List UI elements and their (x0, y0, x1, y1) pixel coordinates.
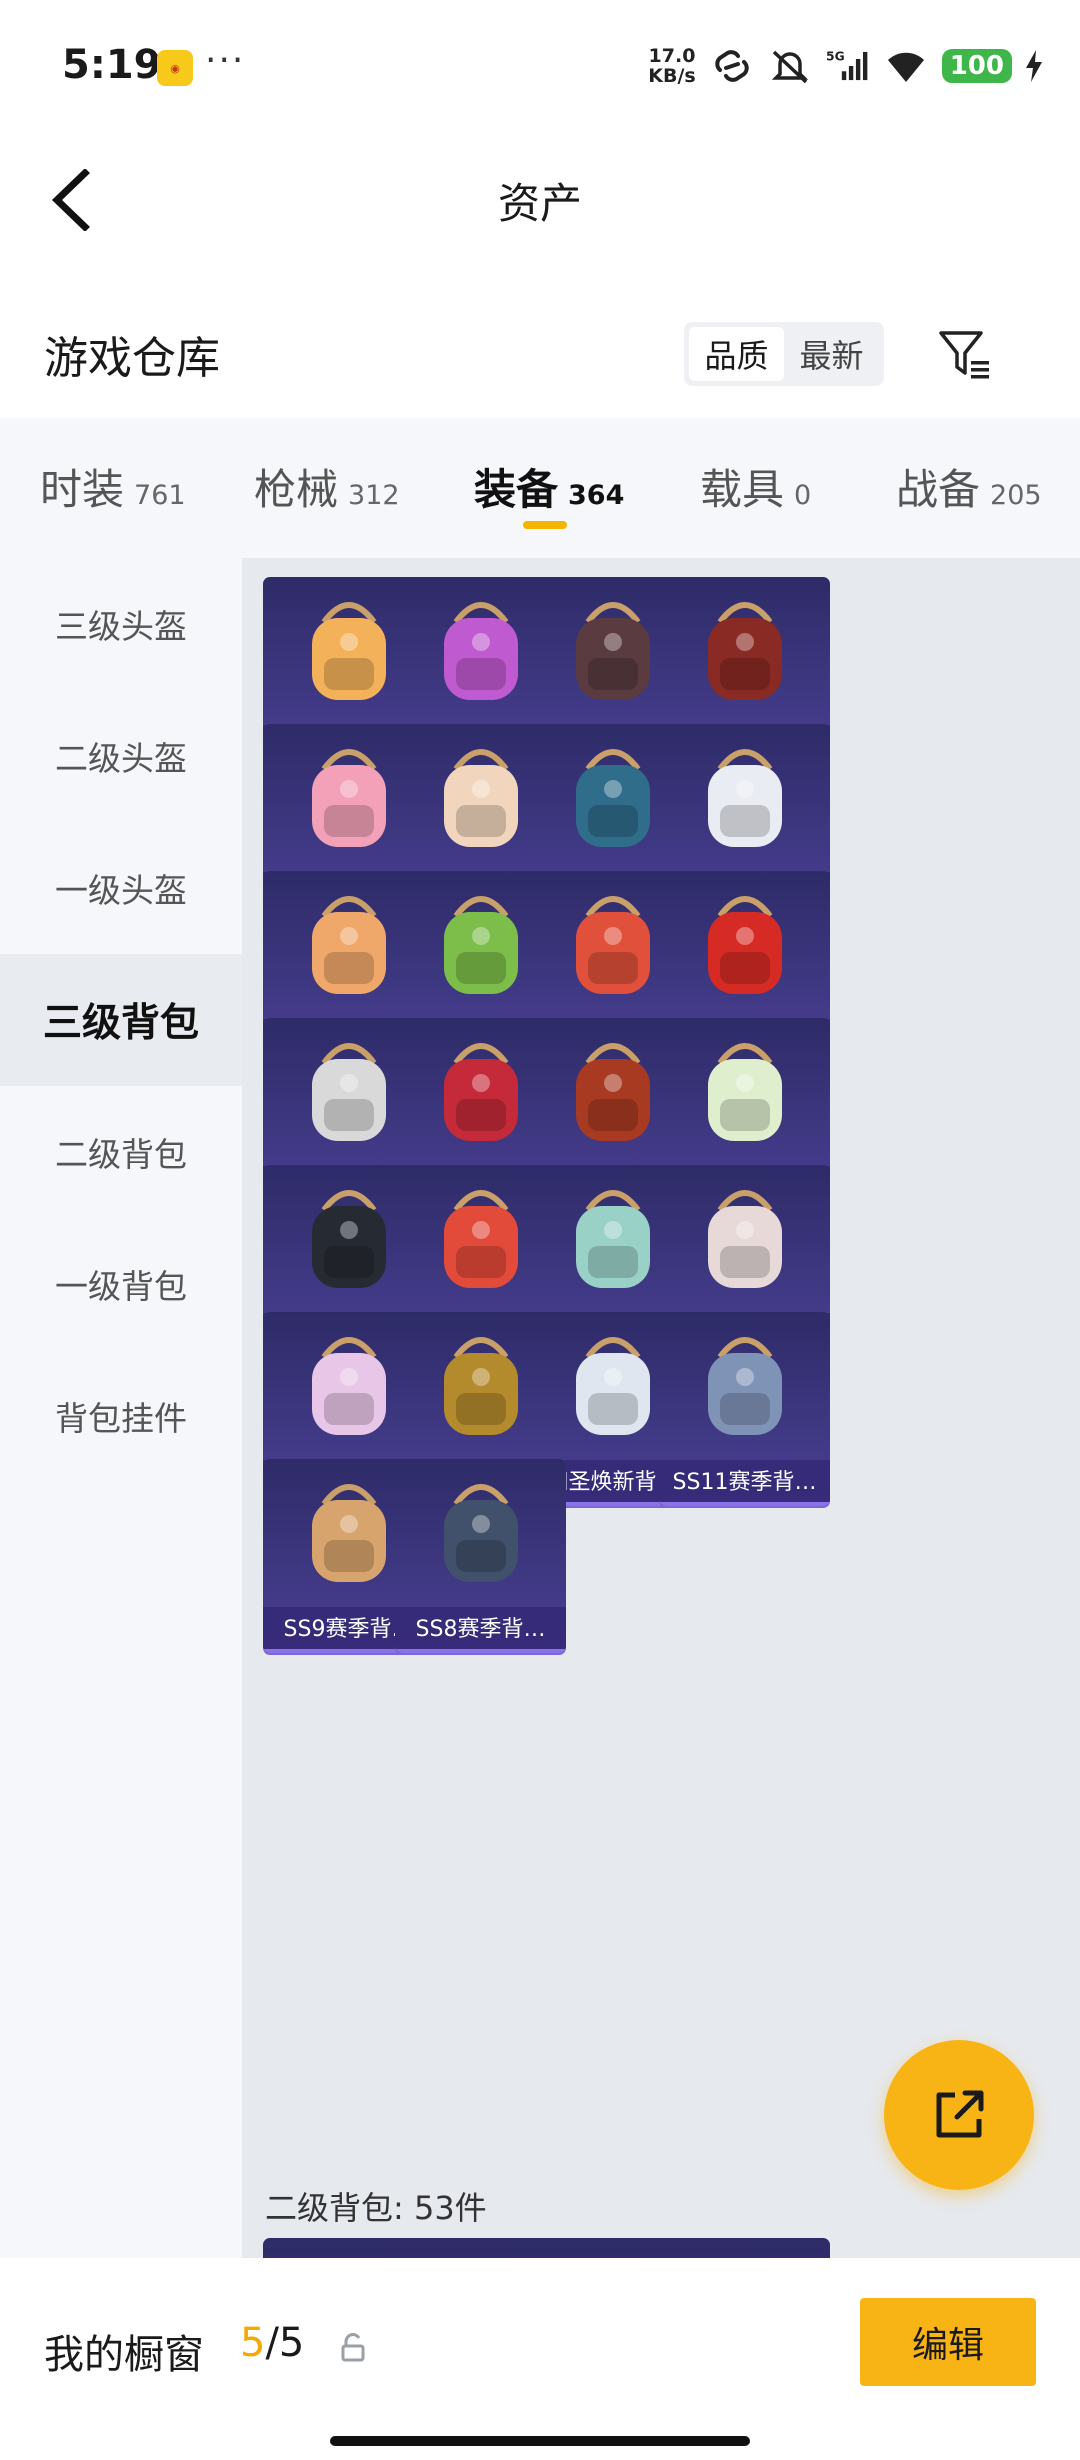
filter-icon (939, 331, 989, 379)
backpack-icon (659, 577, 830, 727)
side-item-backpack-lv1[interactable]: 一级背包 (0, 1218, 242, 1350)
tab-label: 装备 (474, 465, 559, 514)
sort-quality-button[interactable]: 品质 (689, 327, 784, 381)
backpack-icon (659, 724, 830, 874)
backpack-icon (659, 1312, 830, 1462)
wifi-icon (887, 52, 924, 82)
notification-app-icon: ◉ (157, 50, 193, 86)
tab-equipment[interactable]: 装备 364 (474, 456, 624, 517)
backpack-icon (659, 1165, 830, 1315)
item-grid: 垂柳戏鸭背…梦幻火箭背…甜心亚梦背…炙焰牛王背…萌熊伴侣背…筑梦精灵背…炫蓝之夏… (242, 558, 1080, 2258)
showcase-total: /5 (265, 2320, 305, 2366)
section-label: 二级背包: 53件 (265, 2189, 487, 2227)
tab-count: 312 (348, 480, 400, 511)
share-button[interactable] (884, 2040, 1034, 2190)
showcase-bar: 我的橱窗 5/5 编辑 (0, 2262, 1080, 2460)
sort-newest-button[interactable]: 最新 (784, 327, 879, 381)
subcategory-menu: 三级头盔 二级头盔 一级头盔 三级背包 二级背包 一级背包 背包挂件 (0, 558, 242, 2258)
mute-icon (771, 50, 808, 84)
net-speed: 17.0 KB/s (648, 46, 695, 86)
showcase-current: 5 (240, 2320, 266, 2366)
link-icon (715, 50, 749, 82)
tab-count: 205 (990, 480, 1042, 511)
side-item-backpack-lv2[interactable]: 二级背包 (0, 1086, 242, 1218)
status-bar: 5:19 ◉ ··· 17.0 KB/s 5G 100 (0, 0, 1080, 130)
tab-battle-gear[interactable]: 战备 205 (896, 456, 1042, 517)
net-speed-value: 17.0 (648, 45, 696, 67)
tab-count: 364 (568, 480, 625, 511)
side-item-backpack-lv3[interactable]: 三级背包 (0, 954, 242, 1086)
backpack-icon (659, 871, 830, 1021)
warehouse-title: 游戏仓库 (44, 333, 220, 384)
title-bar: 资产 (0, 140, 1080, 260)
side-item-backpack-charm[interactable]: 背包挂件 (0, 1350, 242, 1482)
battery-indicator: 100 (941, 49, 1012, 83)
tab-fashion[interactable]: 时装 761 (40, 456, 186, 517)
tab-label: 载具 (700, 465, 785, 514)
status-time: 5:19 (62, 42, 162, 88)
share-icon (936, 2090, 984, 2138)
tab-count: 761 (134, 480, 186, 511)
tab-vehicles[interactable]: 载具 0 (700, 456, 811, 517)
side-item-helmet-lv3[interactable]: 三级头盔 (0, 558, 242, 690)
backpack-icon (395, 1459, 566, 1609)
page-title: 资产 (497, 179, 582, 228)
sort-toggle: 品质 最新 (684, 322, 884, 386)
showcase-count: 5/5 (240, 2320, 304, 2366)
more-notifications-icon: ··· (205, 40, 246, 81)
item-card[interactable]: SS8赛季背… (395, 1459, 566, 1653)
status-right: 17.0 KB/s 5G 100 (648, 42, 1042, 90)
tab-label: 枪械 (254, 465, 339, 514)
charging-icon (1026, 50, 1042, 82)
item-name: SS11赛季背… (659, 1460, 830, 1506)
edit-button[interactable]: 编辑 (860, 2298, 1036, 2386)
side-item-helmet-lv2[interactable]: 二级头盔 (0, 690, 242, 822)
item-card[interactable] (659, 2238, 830, 2258)
tab-label: 战备 (896, 465, 981, 514)
tab-weapons[interactable]: 枪械 312 (254, 456, 400, 517)
filter-button[interactable] (930, 320, 1000, 390)
tab-label: 时装 (40, 465, 125, 514)
item-card[interactable]: SS11赛季背… (659, 1312, 830, 1506)
net-speed-unit: KB/s (648, 65, 696, 87)
signal-icon: 5G (826, 50, 868, 81)
tab-count: 0 (794, 480, 812, 511)
item-name: SS8赛季背… (395, 1607, 566, 1653)
home-indicator[interactable] (330, 2436, 750, 2446)
lock-icon (341, 2333, 365, 2362)
category-tabs: 时装 761 枪械 312 装备 364 载具 0 战备 205 (0, 418, 1080, 558)
backpack-icon (659, 1018, 830, 1168)
network-type-text: 5G (826, 50, 845, 64)
side-item-helmet-lv1[interactable]: 一级头盔 (0, 822, 242, 954)
showcase-label: 我的橱窗 (44, 2332, 204, 2378)
active-tab-indicator (523, 521, 567, 529)
